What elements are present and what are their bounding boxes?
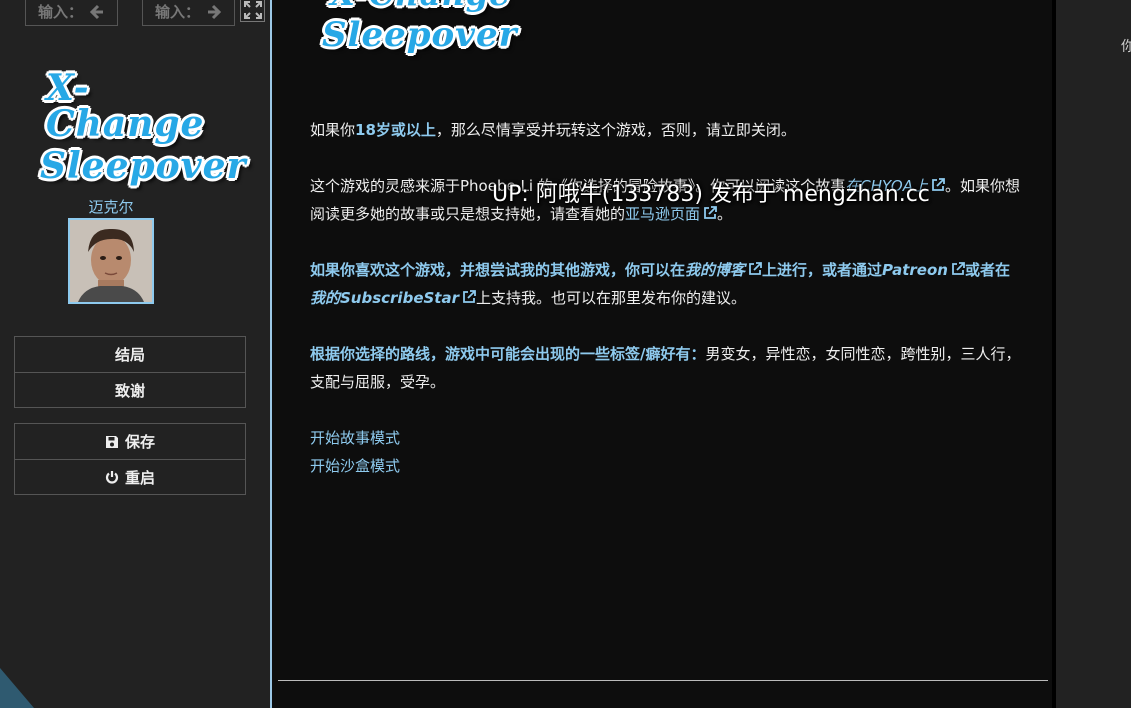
arrow-left-icon	[89, 4, 103, 19]
subscribestar-link[interactable]: 我的SubscribeStar	[310, 289, 476, 307]
history-forward-label: 输入：	[154, 3, 200, 21]
save-label: 保存	[124, 433, 155, 451]
right-panel-text: 你	[1121, 39, 1131, 55]
corner-decoration	[0, 668, 34, 708]
menu-endings[interactable]: 结局	[15, 337, 245, 372]
external-link-icon	[749, 262, 762, 275]
header-logo-line2: Sleepover	[322, 15, 518, 55]
menu-credits-label: 致谢	[114, 381, 145, 400]
text: 如果你	[310, 121, 356, 139]
text: 上支持我。也可以在那里发布你的建议。	[475, 289, 746, 307]
blog-link-label: 我的博客	[685, 261, 746, 279]
age-highlight: 18岁或以上	[355, 121, 436, 139]
patreon-link[interactable]: Patreon	[882, 261, 965, 279]
text: 如果你喜欢这个游戏，并想尝试我的其他游戏，你可以在	[310, 261, 686, 279]
sidebar: 输入： 输入： X-Change Sleepover 迈克尔 结局 致谢 保存 …	[0, 0, 270, 708]
header-logo: X-Change Sleepover	[322, 0, 522, 52]
logo-line1: X-Change	[46, 67, 205, 145]
system-menu: 保存 重启	[14, 423, 246, 495]
paragraph-age: 如果你18岁或以上，那么尽情享受并玩转这个游戏，否则，请立即关闭。	[310, 116, 1022, 144]
restart-button[interactable]: 重启	[15, 459, 245, 494]
fullscreen-button[interactable]	[240, 0, 265, 22]
choices: 开始故事模式 开始沙盒模式	[310, 424, 1022, 480]
start-story-mode-link[interactable]: 开始故事模式	[310, 424, 1022, 452]
start-sandbox-mode-link[interactable]: 开始沙盒模式	[310, 452, 1022, 480]
history-back-button[interactable]: 输入：	[25, 0, 118, 26]
history-forward-button[interactable]: 输入：	[142, 0, 235, 26]
patreon-link-label: Patreon	[882, 261, 948, 279]
header-logo-line1: X-Change	[322, 0, 522, 10]
menu-credits[interactable]: 致谢	[15, 372, 245, 407]
menu-endings-label: 结局	[114, 346, 145, 364]
blog-link[interactable]: 我的博客	[685, 261, 762, 279]
text: 或者在	[964, 261, 1010, 279]
subscribestar-link-label: 我的SubscribeStar	[310, 289, 459, 307]
tags-heading: 根据你选择的路线，游戏中可能会出现的一些标签/癖好有：	[310, 345, 706, 363]
external-link-icon	[704, 206, 717, 219]
character-name: 迈克尔	[88, 198, 134, 216]
save-icon	[105, 435, 118, 448]
sidebar-logo: X-Change Sleepover	[40, 67, 247, 187]
external-link-icon	[463, 290, 476, 303]
passage: 如果你18岁或以上，那么尽情享受并玩转这个游戏，否则，请立即关闭。 这个游戏的灵…	[310, 116, 1022, 480]
paragraph-support: 如果你喜欢这个游戏，并想尝试我的其他游戏，你可以在我的博客 上进行，或者通过Pat…	[310, 256, 1022, 312]
story-menu: 结局 致谢	[14, 336, 246, 408]
expand-icon	[243, 1, 262, 19]
paragraph-tags: 根据你选择的路线，游戏中可能会出现的一些标签/癖好有：男变女，异性恋，女同性恋，…	[310, 340, 1022, 396]
external-link-icon	[932, 178, 945, 191]
character-portrait	[68, 218, 154, 304]
watermark: UP: 阿哦牛(133783) 发布于 mengzhan.cc	[492, 182, 930, 207]
external-link-icon	[952, 262, 965, 275]
history-back-label: 输入：	[37, 3, 83, 21]
bottom-divider	[278, 680, 1048, 681]
text: ，那么尽情享受并玩转这个游戏，否则，请立即关闭。	[435, 121, 796, 139]
restart-label: 重启	[124, 468, 155, 487]
right-panel	[1056, 0, 1131, 708]
arrow-right-icon	[208, 4, 222, 19]
save-button[interactable]: 保存	[15, 424, 245, 459]
text: 上进行，或者通过	[762, 261, 883, 279]
logo-line2: Sleepover	[40, 145, 247, 187]
power-icon	[105, 471, 119, 484]
